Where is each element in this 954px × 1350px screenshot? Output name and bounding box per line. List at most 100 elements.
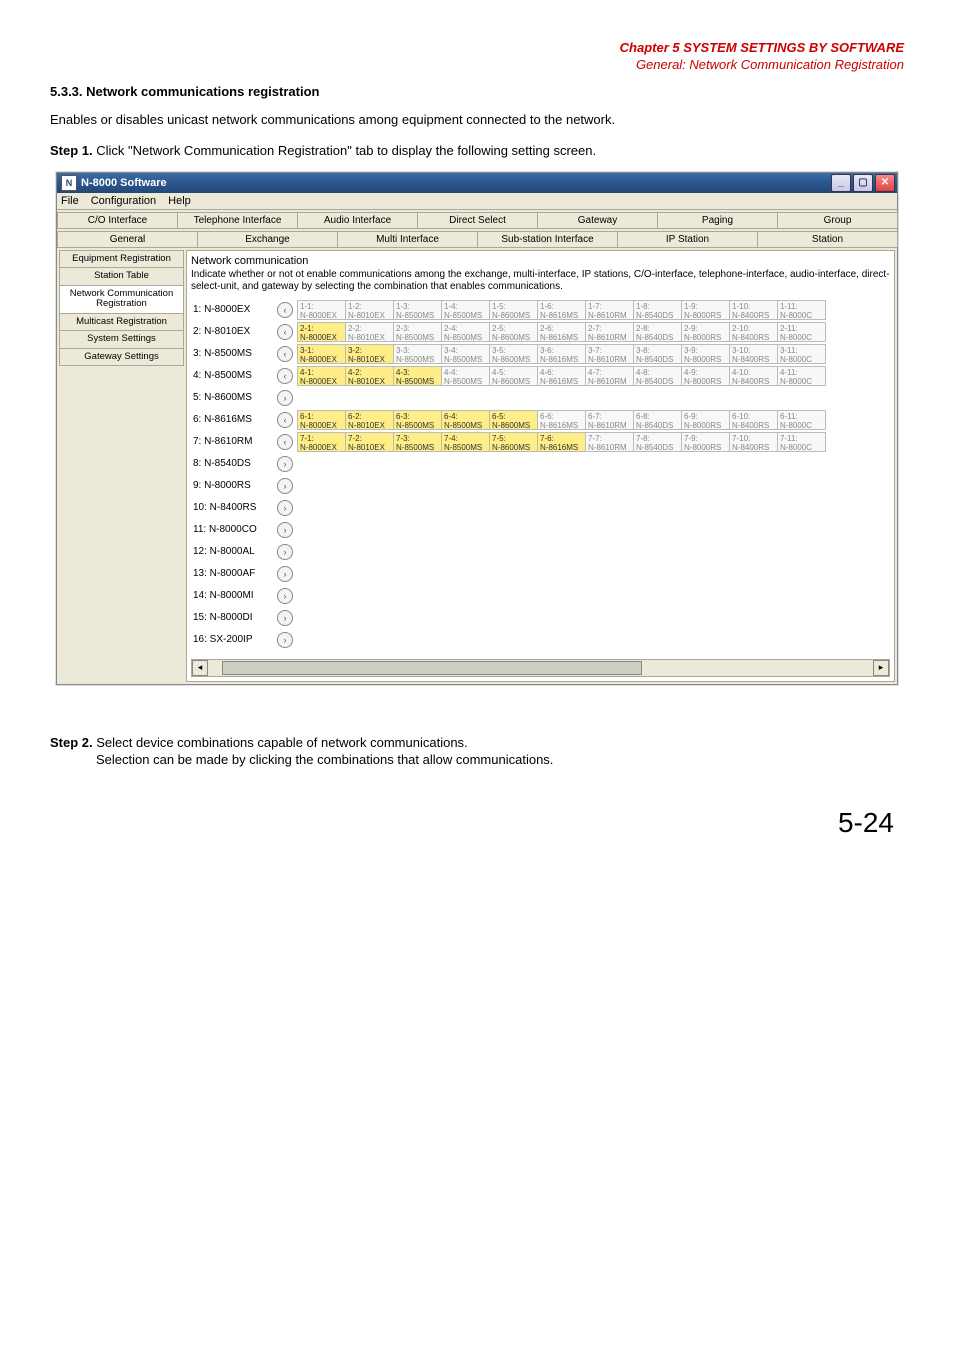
combination-cell[interactable]: 1-10:N-8400RS xyxy=(729,300,778,320)
combination-cell[interactable]: 4-6:N-8616MS xyxy=(537,366,586,386)
tab-substation-interface[interactable]: Sub-station Interface xyxy=(477,231,618,247)
combination-cell[interactable]: 6-6:N-8616MS xyxy=(537,410,586,430)
side-tab-network-communication-registration[interactable]: Network Communication Registration xyxy=(59,285,184,314)
combination-cell[interactable]: 7-10:N-8400RS xyxy=(729,432,778,452)
expand-arrow-icon[interactable]: › xyxy=(277,632,293,648)
collapse-arrow-icon[interactable]: ‹ xyxy=(277,346,293,362)
combination-cell[interactable]: 7-7:N-8610RM xyxy=(585,432,634,452)
menu-configuration[interactable]: Configuration xyxy=(91,195,156,207)
combination-cell[interactable]: 6-11:N-8000C xyxy=(777,410,826,430)
collapse-arrow-icon[interactable]: ‹ xyxy=(277,412,293,428)
combination-cell[interactable]: 2-2:N-8010EX xyxy=(345,322,394,342)
combination-cell[interactable]: 2-9:N-8000RS xyxy=(681,322,730,342)
combination-cell[interactable]: 7-3:N-8500MS xyxy=(393,432,442,452)
tab-exchange[interactable]: Exchange xyxy=(197,231,338,247)
combination-cell[interactable]: 4-3:N-8500MS xyxy=(393,366,442,386)
combination-cell[interactable]: 6-7:N-8610RM xyxy=(585,410,634,430)
scroll-thumb[interactable] xyxy=(222,661,642,675)
side-tab-station-table[interactable]: Station Table xyxy=(59,267,184,285)
combination-cell[interactable]: 4-10:N-8400RS xyxy=(729,366,778,386)
combination-cell[interactable]: 1-2:N-8010EX xyxy=(345,300,394,320)
tab-station[interactable]: Station xyxy=(757,231,898,247)
tab-direct-select[interactable]: Direct Select xyxy=(417,212,538,228)
expand-arrow-icon[interactable]: › xyxy=(277,566,293,582)
expand-arrow-icon[interactable]: › xyxy=(277,588,293,604)
collapse-arrow-icon[interactable]: ‹ xyxy=(277,434,293,450)
combination-cell[interactable]: 2-11:N-8000C xyxy=(777,322,826,342)
combination-cell[interactable]: 1-6:N-8616MS xyxy=(537,300,586,320)
tab-co-interface[interactable]: C/O Interface xyxy=(57,212,178,228)
combination-cell[interactable]: 7-2:N-8010EX xyxy=(345,432,394,452)
combination-cell[interactable]: 4-1:N-8000EX xyxy=(297,366,346,386)
combination-cell[interactable]: 2-10:N-8400RS xyxy=(729,322,778,342)
tab-gateway[interactable]: Gateway xyxy=(537,212,658,228)
combination-cell[interactable]: 7-9:N-8000RS xyxy=(681,432,730,452)
combination-cell[interactable]: 1-7:N-8610RM xyxy=(585,300,634,320)
combination-cell[interactable]: 3-6:N-8616MS xyxy=(537,344,586,364)
combination-cell[interactable]: 3-5:N-8600MS xyxy=(489,344,538,364)
combination-cell[interactable]: 4-11:N-8000C xyxy=(777,366,826,386)
horizontal-scrollbar[interactable]: ◂ ▸ xyxy=(191,659,890,677)
maximize-button[interactable]: ▢ xyxy=(853,174,873,192)
combination-cell[interactable]: 7-8:N-8540DS xyxy=(633,432,682,452)
combination-cell[interactable]: 2-4:N-8500MS xyxy=(441,322,490,342)
expand-arrow-icon[interactable]: › xyxy=(277,544,293,560)
expand-arrow-icon[interactable]: › xyxy=(277,500,293,516)
menu-help[interactable]: Help xyxy=(168,195,191,207)
combination-cell[interactable]: 2-5:N-8600MS xyxy=(489,322,538,342)
combination-cell[interactable]: 4-8:N-8540DS xyxy=(633,366,682,386)
combination-cell[interactable]: 4-5:N-8600MS xyxy=(489,366,538,386)
combination-cell[interactable]: 2-3:N-8500MS xyxy=(393,322,442,342)
combination-cell[interactable]: 1-11:N-8000C xyxy=(777,300,826,320)
combination-cell[interactable]: 7-6:N-8616MS xyxy=(537,432,586,452)
expand-arrow-icon[interactable]: › xyxy=(277,478,293,494)
combination-cell[interactable]: 3-3:N-8500MS xyxy=(393,344,442,364)
combination-cell[interactable]: 7-11:N-8000C xyxy=(777,432,826,452)
side-tab-multicast-registration[interactable]: Multicast Registration xyxy=(59,313,184,331)
combination-cell[interactable]: 3-8:N-8540DS xyxy=(633,344,682,364)
expand-arrow-icon[interactable]: › xyxy=(277,610,293,626)
minimize-button[interactable]: _ xyxy=(831,174,851,192)
expand-arrow-icon[interactable]: › xyxy=(277,456,293,472)
combination-cell[interactable]: 7-5:N-8600MS xyxy=(489,432,538,452)
combination-cell[interactable]: 6-4:N-8500MS xyxy=(441,410,490,430)
side-tab-equipment-registration[interactable]: Equipment Registration xyxy=(59,250,184,268)
combination-cell[interactable]: 6-2:N-8010EX xyxy=(345,410,394,430)
combination-cell[interactable]: 6-1:N-8000EX xyxy=(297,410,346,430)
tab-telephone-interface[interactable]: Telephone Interface xyxy=(177,212,298,228)
combination-cell[interactable]: 4-7:N-8610RM xyxy=(585,366,634,386)
combination-cell[interactable]: 6-5:N-8600MS xyxy=(489,410,538,430)
combination-cell[interactable]: 3-11:N-8000C xyxy=(777,344,826,364)
combination-cell[interactable]: 3-1:N-8000EX xyxy=(297,344,346,364)
combination-cell[interactable]: 4-9:N-8000RS xyxy=(681,366,730,386)
combination-cell[interactable]: 3-4:N-8500MS xyxy=(441,344,490,364)
scroll-right-arrow[interactable]: ▸ xyxy=(873,660,889,676)
combination-cell[interactable]: 4-4:N-8500MS xyxy=(441,366,490,386)
combination-cell[interactable]: 7-4:N-8500MS xyxy=(441,432,490,452)
combination-cell[interactable]: 1-5:N-8600MS xyxy=(489,300,538,320)
combination-cell[interactable]: 3-7:N-8610RM xyxy=(585,344,634,364)
tab-general[interactable]: General xyxy=(57,231,198,247)
tab-ip-station[interactable]: IP Station xyxy=(617,231,758,247)
combination-cell[interactable]: 1-8:N-8540DS xyxy=(633,300,682,320)
side-tab-system-settings[interactable]: System Settings xyxy=(59,330,184,348)
tab-group[interactable]: Group xyxy=(777,212,898,228)
collapse-arrow-icon[interactable]: ‹ xyxy=(277,302,293,318)
combination-cell[interactable]: 2-7:N-8610RM xyxy=(585,322,634,342)
tab-audio-interface[interactable]: Audio Interface xyxy=(297,212,418,228)
combination-cell[interactable]: 1-4:N-8500MS xyxy=(441,300,490,320)
collapse-arrow-icon[interactable]: ‹ xyxy=(277,368,293,384)
combination-cell[interactable]: 3-10:N-8400RS xyxy=(729,344,778,364)
combination-cell[interactable]: 1-1:N-8000EX xyxy=(297,300,346,320)
combination-cell[interactable]: 1-3:N-8500MS xyxy=(393,300,442,320)
side-tab-gateway-settings[interactable]: Gateway Settings xyxy=(59,348,184,366)
combination-cell[interactable]: 6-10:N-8400RS xyxy=(729,410,778,430)
combination-cell[interactable]: 3-9:N-8000RS xyxy=(681,344,730,364)
menu-file[interactable]: File xyxy=(61,195,79,207)
combination-cell[interactable]: 6-3:N-8500MS xyxy=(393,410,442,430)
combination-cell[interactable]: 6-8:N-8540DS xyxy=(633,410,682,430)
collapse-arrow-icon[interactable]: ‹ xyxy=(277,324,293,340)
tab-multi-interface[interactable]: Multi Interface xyxy=(337,231,478,247)
combination-cell[interactable]: 1-9:N-8000RS xyxy=(681,300,730,320)
expand-arrow-icon[interactable]: › xyxy=(277,390,293,406)
